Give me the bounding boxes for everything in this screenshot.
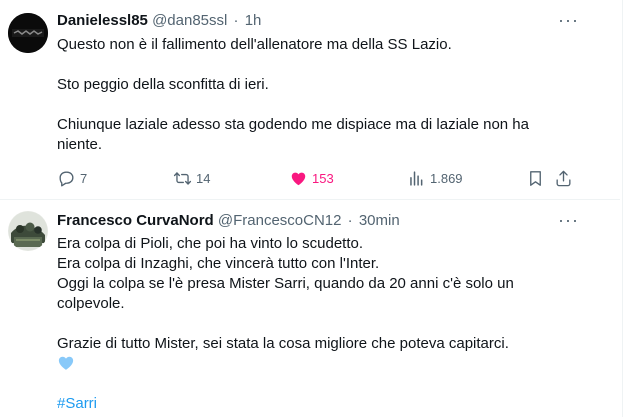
hashtag-link[interactable]: #Sarri <box>57 394 597 414</box>
emoji-line <box>57 354 597 374</box>
tweet-line: Era colpa di Pioli, che poi ha vinto lo … <box>57 235 364 252</box>
scrollbar[interactable] <box>622 0 628 417</box>
avatar[interactable] <box>8 211 48 251</box>
tweet-text: Era colpa di Pioli, che poi ha vinto lo … <box>57 234 597 414</box>
timestamp[interactable]: 30min <box>359 212 400 229</box>
tweet-line: Grazie di tutto Mister, sei stata la cos… <box>57 335 509 352</box>
author-handle[interactable]: @FrancescoCN12 <box>218 212 342 229</box>
tweet-line: Era colpa di Inzaghi, che vincerà tutto … <box>57 255 380 272</box>
tweet-header: Francesco CurvaNord @FrancescoCN12 · 30m… <box>57 212 400 232</box>
tweet-line: Oggi la colpa se l'è presa Mister Sarri,… <box>57 275 514 292</box>
author-name[interactable]: Francesco CurvaNord <box>57 212 214 229</box>
blue-heart-emoji-icon <box>58 356 74 370</box>
avatar-image <box>8 211 48 251</box>
separator: · <box>347 212 353 229</box>
more-options-icon[interactable]: ··· <box>558 211 578 233</box>
tweet-line: colpevole. <box>57 295 125 312</box>
